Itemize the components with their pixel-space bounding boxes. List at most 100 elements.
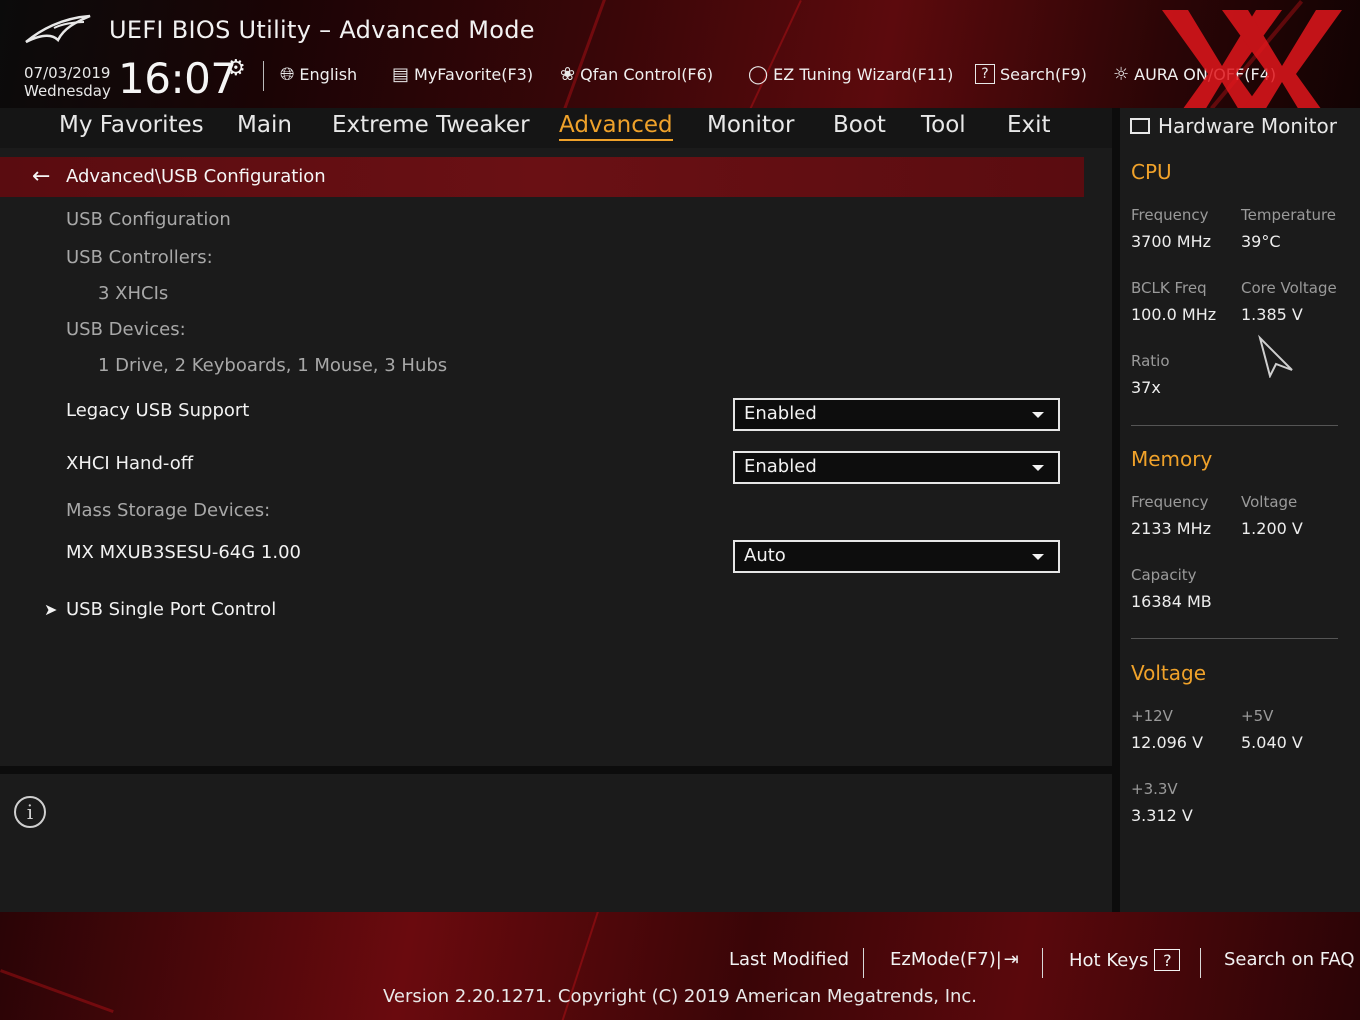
v5-label: +5V bbox=[1241, 707, 1274, 725]
cpu-temperature-value: 39°C bbox=[1241, 232, 1281, 251]
ez-tuning-label: EZ Tuning Wizard(F11) bbox=[773, 65, 954, 84]
settings-panel: ← Advanced\USB Configuration USB Configu… bbox=[0, 148, 1112, 766]
qfan-button[interactable]: ❀ Qfan Control(F6) bbox=[560, 64, 713, 85]
last-modified-button[interactable]: Last Modified bbox=[729, 949, 849, 970]
language-button[interactable]: 🌐︎ English bbox=[280, 64, 357, 85]
dropdown-value: Auto bbox=[744, 545, 786, 566]
main-tabs: My Favorites Main Extreme Tweaker Advanc… bbox=[0, 108, 1112, 148]
core-voltage-value: 1.385 V bbox=[1241, 305, 1303, 324]
footer-bar: Last Modified EzMode(F7)| ⇥ Hot Keys ? S… bbox=[0, 912, 1360, 1020]
breadcrumb-path: Advanced\USB Configuration bbox=[66, 166, 326, 187]
caret-down-icon bbox=[1032, 554, 1044, 560]
memory-voltage-label: Voltage bbox=[1241, 493, 1298, 511]
weekday-text: Wednesday bbox=[24, 82, 111, 100]
fan-icon: ❀ bbox=[560, 64, 576, 85]
core-voltage-label: Core Voltage bbox=[1241, 279, 1337, 297]
page-title: UEFI BIOS Utility – Advanced Mode bbox=[109, 16, 535, 44]
usb-devices-value: 1 Drive, 2 Keyboards, 1 Mouse, 3 Hubs bbox=[98, 355, 448, 376]
search-on-faq-button[interactable]: Search on FAQ bbox=[1224, 949, 1355, 970]
usb-controllers-label: USB Controllers: bbox=[66, 247, 213, 268]
mass-storage-label: Mass Storage Devices: bbox=[66, 500, 271, 521]
hot-keys-button[interactable]: Hot Keys ? bbox=[1069, 949, 1181, 971]
language-label: English bbox=[299, 65, 358, 84]
gear-icon[interactable]: ⚙ bbox=[226, 56, 246, 81]
memory-capacity-value: 16384 MB bbox=[1131, 592, 1212, 611]
usb-configuration-heading: USB Configuration bbox=[66, 209, 231, 230]
ratio-label: Ratio bbox=[1131, 352, 1170, 370]
panel-divider bbox=[0, 766, 1112, 774]
decorative-slash bbox=[740, 0, 802, 108]
decorative-slash bbox=[555, 0, 613, 108]
help-box-icon: ? bbox=[975, 64, 995, 84]
mass-storage-device-label: MX MXUB3SESU-64G 1.00 bbox=[66, 542, 301, 563]
memory-voltage-value: 1.200 V bbox=[1241, 519, 1303, 538]
v33-label: +3.3V bbox=[1131, 780, 1178, 798]
myfavorite-button[interactable]: ▤ MyFavorite(F3) bbox=[392, 64, 533, 85]
monitor-icon bbox=[1130, 118, 1150, 134]
version-text: Version 2.20.1271. Copyright (C) 2019 Am… bbox=[382, 986, 978, 1007]
chevron-right-icon: ➤ bbox=[44, 600, 58, 619]
caret-down-icon bbox=[1032, 465, 1044, 471]
legacy-usb-support-label: Legacy USB Support bbox=[66, 400, 250, 421]
ez-tuning-button[interactable]: ◯ EZ Tuning Wizard(F11) bbox=[748, 64, 953, 85]
date-text: 07/03/2019 bbox=[24, 64, 111, 82]
v12-label: +12V bbox=[1131, 707, 1173, 725]
aura-label: AURA ON/OFF(F4) bbox=[1134, 65, 1277, 84]
footer-separator bbox=[1200, 948, 1201, 978]
ezmode-button[interactable]: EzMode(F7)| ⇥ bbox=[890, 949, 1019, 970]
list-icon: ▤ bbox=[392, 64, 410, 85]
tab-monitor[interactable]: Monitor bbox=[707, 112, 794, 138]
section-divider bbox=[1131, 425, 1338, 426]
memory-frequency-label: Frequency bbox=[1131, 493, 1209, 511]
tab-boot[interactable]: Boot bbox=[833, 112, 886, 138]
memory-heading: Memory bbox=[1131, 447, 1213, 471]
cpu-temperature-label: Temperature bbox=[1241, 206, 1337, 224]
qfan-label: Qfan Control(F6) bbox=[580, 65, 714, 84]
bclk-value: 100.0 MHz bbox=[1131, 305, 1217, 324]
mouse-cursor-icon bbox=[1258, 334, 1293, 378]
bclk-label: BCLK Freq bbox=[1131, 279, 1207, 297]
xhci-hand-off-label: XHCI Hand-off bbox=[66, 453, 194, 474]
xhci-hand-off-dropdown[interactable]: Enabled bbox=[733, 451, 1060, 484]
v5-value: 5.040 V bbox=[1241, 733, 1303, 752]
voltage-heading: Voltage bbox=[1131, 661, 1207, 685]
usb-controllers-value: 3 XHCIs bbox=[98, 283, 169, 304]
hardware-monitor-title: Hardware Monitor bbox=[1158, 114, 1337, 138]
hardware-monitor-panel: Hardware Monitor CPU Frequency Temperatu… bbox=[1120, 108, 1360, 912]
cpu-heading: CPU bbox=[1131, 160, 1172, 184]
date-display: 07/03/2019 Wednesday bbox=[24, 64, 111, 100]
usb-single-port-control-link[interactable]: USB Single Port Control bbox=[66, 599, 276, 620]
tab-advanced[interactable]: Advanced bbox=[559, 112, 673, 141]
rog-logo-icon bbox=[25, 14, 91, 44]
v33-value: 3.312 V bbox=[1131, 806, 1193, 825]
back-arrow-icon[interactable]: ← bbox=[32, 164, 50, 189]
myfavorite-label: MyFavorite(F3) bbox=[414, 65, 534, 84]
search-label: Search(F9) bbox=[1000, 64, 1087, 84]
help-box-icon: ? bbox=[1154, 949, 1181, 971]
exit-arrow-icon: ⇥ bbox=[1003, 949, 1019, 970]
decorative-slash bbox=[1210, 0, 1304, 108]
mass-storage-device-dropdown[interactable]: Auto bbox=[733, 540, 1060, 573]
dropdown-value: Enabled bbox=[744, 456, 817, 477]
cpu-frequency-value: 3700 MHz bbox=[1131, 232, 1212, 251]
tab-main[interactable]: Main bbox=[237, 112, 292, 138]
v12-value: 12.096 V bbox=[1131, 733, 1204, 752]
memory-frequency-value: 2133 MHz bbox=[1131, 519, 1212, 538]
tab-extreme-tweaker[interactable]: Extreme Tweaker bbox=[332, 112, 530, 138]
aura-button[interactable]: ☼ AURA ON/OFF(F4) bbox=[1113, 64, 1276, 85]
cpu-frequency-label: Frequency bbox=[1131, 206, 1209, 224]
legacy-usb-support-dropdown[interactable]: Enabled bbox=[733, 398, 1060, 431]
ratio-value: 37x bbox=[1131, 378, 1161, 397]
search-button[interactable]: ? Search(F9) bbox=[975, 64, 1087, 84]
tab-my-favorites[interactable]: My Favorites bbox=[59, 112, 204, 138]
globe-icon: 🌐︎ bbox=[280, 64, 295, 85]
memory-capacity-label: Capacity bbox=[1131, 566, 1197, 584]
dropdown-value: Enabled bbox=[744, 403, 817, 424]
tab-tool[interactable]: Tool bbox=[921, 112, 966, 138]
hardware-monitor-header: Hardware Monitor bbox=[1130, 114, 1337, 138]
breadcrumb: ← Advanced\USB Configuration bbox=[0, 157, 1084, 197]
panel-divider bbox=[1112, 108, 1120, 912]
tab-exit[interactable]: Exit bbox=[1007, 112, 1051, 138]
clock-display: 16:07 bbox=[118, 54, 237, 103]
header-separator bbox=[263, 61, 264, 91]
